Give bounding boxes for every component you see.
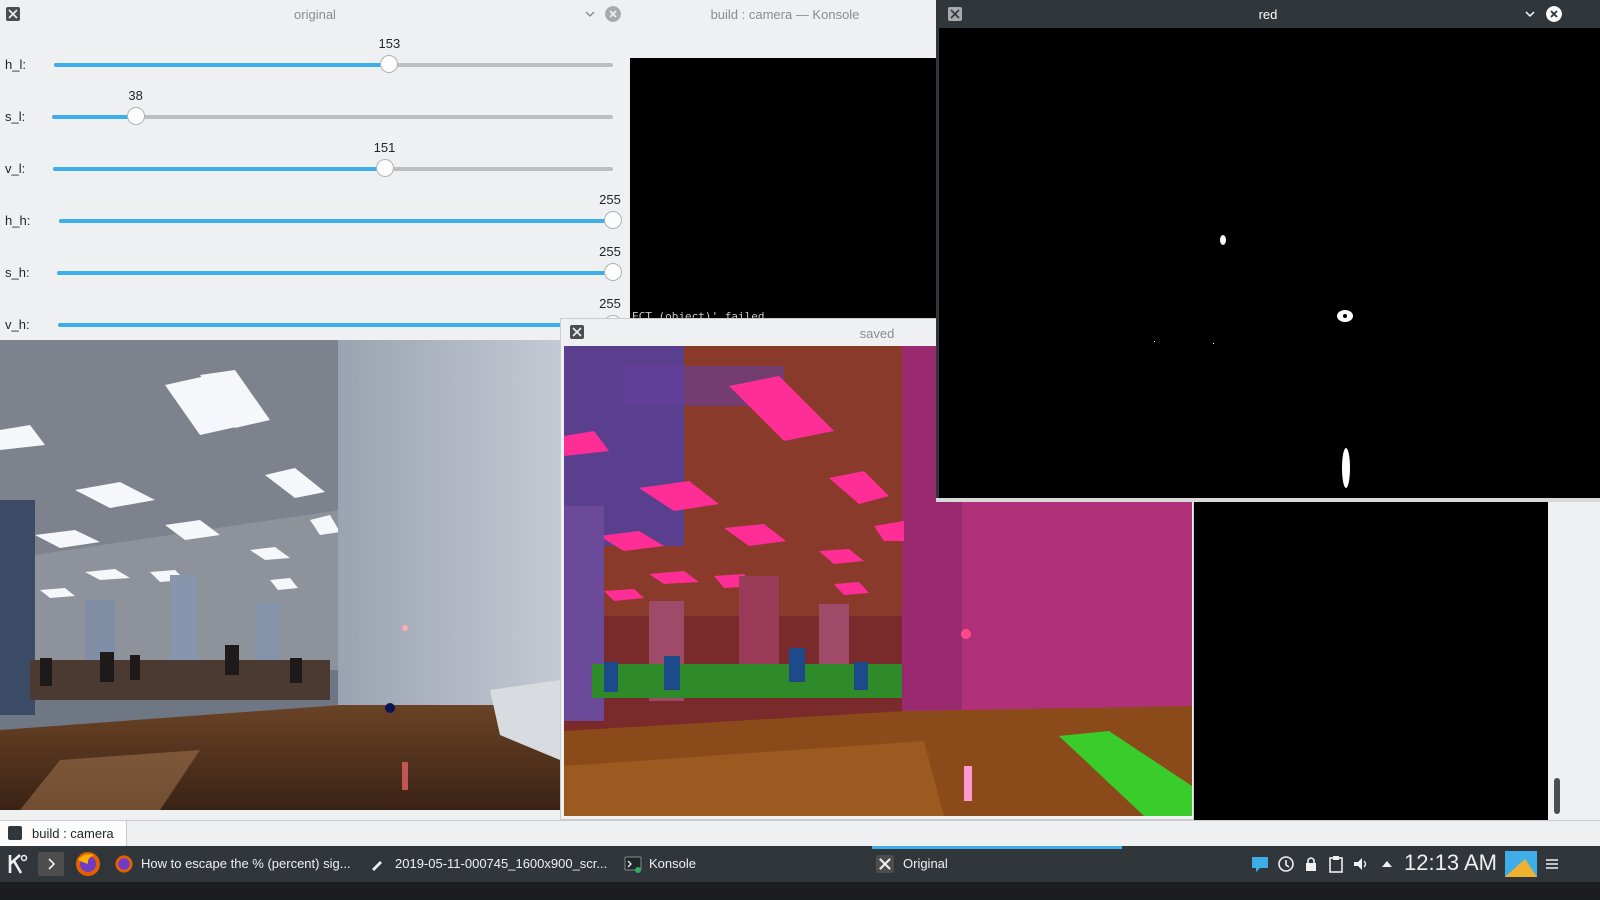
trackbar-slider[interactable] <box>59 211 622 229</box>
trackbar-fill <box>54 63 390 67</box>
firefox-icon <box>115 855 133 873</box>
chat-icon[interactable] <box>1251 855 1269 873</box>
kde-launcher-icon[interactable] <box>6 852 30 876</box>
original-titlebar[interactable]: original <box>0 0 630 28</box>
trackbar-row: h_l: 153 <box>0 36 630 88</box>
trackbar-slider[interactable] <box>52 107 613 125</box>
mask-image <box>939 28 1600 498</box>
terminal-icon <box>624 856 642 873</box>
trackbar-label: v_h: <box>5 317 30 332</box>
trackbar-handle[interactable] <box>380 55 399 73</box>
x-app-icon <box>876 855 894 873</box>
task-label: How to escape the % (percent) sig... <box>141 856 351 871</box>
trackbar-value: 151 <box>373 140 396 155</box>
task-konsole[interactable]: Konsole <box>620 846 870 882</box>
konsole-title: build : camera — Konsole <box>710 7 860 22</box>
tab-build-camera[interactable]: build : camera <box>0 821 127 846</box>
update-icon[interactable] <box>1277 855 1295 873</box>
show-desktop-button[interactable] <box>38 852 64 876</box>
red-window: red <box>936 0 1600 502</box>
trackbar-value: 255 <box>599 296 621 311</box>
trackbar-value: 153 <box>378 36 401 51</box>
chevron-down-icon[interactable] <box>585 9 595 19</box>
chevron-right-icon <box>48 858 56 870</box>
volume-icon[interactable] <box>1352 855 1370 873</box>
terminal-scrollbar[interactable] <box>1548 502 1568 820</box>
task-firefox[interactable]: How to escape the % (percent) sig... <box>110 846 360 882</box>
trackbar-value: 255 <box>599 192 621 207</box>
menu-icon[interactable] <box>1543 855 1561 873</box>
terminal-area-lower <box>1194 502 1548 820</box>
task-label: Konsole <box>649 856 696 871</box>
pen-icon <box>372 861 382 871</box>
terminal-area[interactable]: ECT (object)' failed <box>630 58 940 340</box>
trackbar-row: h_h: 255 <box>0 192 630 244</box>
task-label: Original <box>903 856 948 871</box>
trackbar-label: s_h: <box>5 265 30 280</box>
trackbar-row: s_h: 255 <box>0 244 630 296</box>
chevron-down-icon[interactable] <box>1525 9 1535 19</box>
trackbar-fill <box>53 167 385 171</box>
trackbar-slider[interactable] <box>53 159 613 177</box>
trackbar-label: h_h: <box>5 213 31 228</box>
trackbar-handle[interactable] <box>604 263 622 281</box>
lock-icon[interactable] <box>1302 855 1320 873</box>
konsole-window: build : camera — Konsole ECT (object)' f… <box>630 0 940 340</box>
trackbar-slider[interactable] <box>57 263 622 281</box>
trackbar-handle[interactable] <box>604 211 622 229</box>
trackbar-fill <box>52 115 136 119</box>
trackbar-fill <box>57 271 613 275</box>
trackbar-value: 38 <box>128 88 143 103</box>
trackbar-label: v_l: <box>5 161 26 176</box>
taskbar: How to escape the % (percent) sig... 201… <box>0 846 1600 882</box>
close-icon[interactable] <box>605 6 621 22</box>
trackbar-fill <box>58 323 613 327</box>
original-title: original <box>294 7 336 22</box>
trackbar-handle[interactable] <box>126 107 145 125</box>
task-label: 2019-05-11-000745_1600x900_scr... <box>395 856 608 871</box>
trackbar-slider[interactable] <box>54 55 613 73</box>
trackbar-label: h_l: <box>5 57 26 72</box>
konsole-titlebar[interactable]: build : camera — Konsole <box>630 0 940 28</box>
terminal-icon <box>8 826 22 840</box>
trackbar-fill <box>59 219 613 223</box>
trackbar-handle[interactable] <box>375 159 394 177</box>
trackbar-value: 255 <box>599 244 621 259</box>
firefox-launcher-icon[interactable] <box>74 850 102 878</box>
desktop-pager-icon[interactable] <box>1505 851 1537 877</box>
trackbar-slider[interactable] <box>58 315 622 333</box>
trackbar-row: v_l: 151 <box>0 140 630 192</box>
camera-image <box>0 340 560 810</box>
window-border <box>936 498 1600 502</box>
scrollbar-thumb[interactable] <box>1554 778 1560 814</box>
window-edge <box>1568 502 1600 820</box>
task-screenshot[interactable]: 2019-05-11-000745_1600x900_scr... <box>365 846 615 882</box>
red-titlebar[interactable]: red <box>936 0 1600 28</box>
task-original-active[interactable]: Original <box>872 846 1122 882</box>
clipboard-icon[interactable] <box>1327 855 1345 873</box>
trackbar-label: s_l: <box>5 109 26 124</box>
trackbar-row: s_l: 38 <box>0 88 630 140</box>
clock[interactable]: 12:13 AM <box>1404 850 1497 876</box>
red-title: red <box>1258 7 1278 22</box>
konsole-tab-bar: build : camera <box>0 820 1600 847</box>
tray-expand-icon[interactable] <box>1378 855 1396 873</box>
close-icon[interactable] <box>1546 6 1562 22</box>
tab-label: build : camera <box>32 826 114 841</box>
original-window: original h_l: 153 s_l: 38 v_l: 151 h_h: 255 s_h:… <box>0 0 630 840</box>
